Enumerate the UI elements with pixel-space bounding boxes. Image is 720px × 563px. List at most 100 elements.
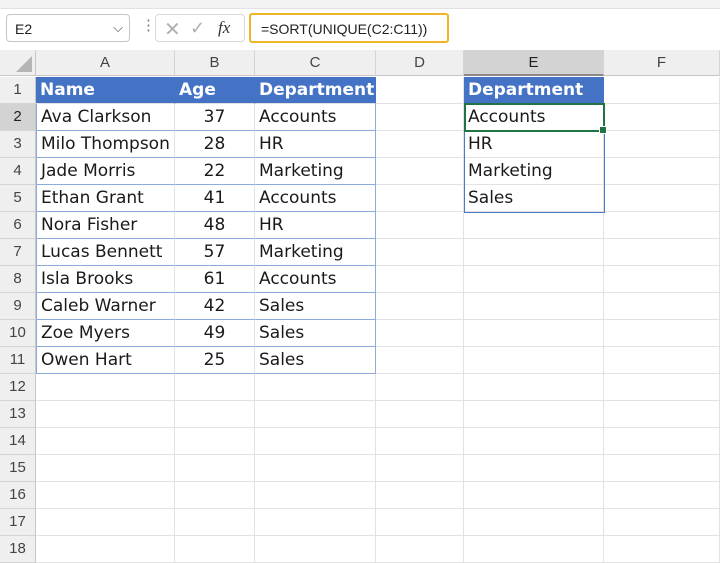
row-header-7[interactable]: 7 [0, 239, 36, 266]
cell-c17[interactable] [255, 509, 376, 536]
cell-e13[interactable] [464, 401, 604, 428]
cell-f14[interactable] [604, 428, 720, 455]
cell-d13[interactable] [376, 401, 464, 428]
cell-b12[interactable] [175, 374, 255, 401]
cell-c2[interactable]: Accounts [255, 104, 376, 131]
cell-e2[interactable]: Accounts [464, 104, 604, 131]
cell-a2[interactable]: Ava Clarkson [36, 104, 175, 131]
cell-e11[interactable] [464, 347, 604, 374]
cell-e4[interactable]: Marketing [464, 158, 604, 185]
row-header-13[interactable]: 13 [0, 401, 36, 428]
row-header-12[interactable]: 12 [0, 374, 36, 401]
column-header-d[interactable]: D [376, 50, 464, 76]
cell-a8[interactable]: Isla Brooks [36, 266, 175, 293]
cell-d9[interactable] [376, 293, 464, 320]
cell-d18[interactable] [376, 536, 464, 563]
cell-c14[interactable] [255, 428, 376, 455]
row-header-2[interactable]: 2 [0, 104, 36, 131]
cell-a4[interactable]: Jade Morris [36, 158, 175, 185]
cell-b18[interactable] [175, 536, 255, 563]
cell-a14[interactable] [36, 428, 175, 455]
cell-d4[interactable] [376, 158, 464, 185]
cell-e14[interactable] [464, 428, 604, 455]
cell-b10[interactable]: 49 [175, 320, 255, 347]
column-header-c[interactable]: C [255, 50, 376, 76]
cell-b2[interactable]: 37 [175, 104, 255, 131]
cell-c5[interactable]: Accounts [255, 185, 376, 212]
cell-a5[interactable]: Ethan Grant [36, 185, 175, 212]
column-header-b[interactable]: B [175, 50, 255, 76]
cell-a11[interactable]: Owen Hart [36, 347, 175, 374]
cell-d7[interactable] [376, 239, 464, 266]
column-header-f[interactable]: F [604, 50, 720, 76]
row-header-11[interactable]: 11 [0, 347, 36, 374]
cell-c18[interactable] [255, 536, 376, 563]
cell-b13[interactable] [175, 401, 255, 428]
cell-c10[interactable]: Sales [255, 320, 376, 347]
cell-b14[interactable] [175, 428, 255, 455]
cell-c15[interactable] [255, 455, 376, 482]
cell-e3[interactable]: HR [464, 131, 604, 158]
row-header-16[interactable]: 16 [0, 482, 36, 509]
cell-e7[interactable] [464, 239, 604, 266]
cell-c6[interactable]: HR [255, 212, 376, 239]
cell-d3[interactable] [376, 131, 464, 158]
row-header-1[interactable]: 1 [0, 77, 36, 104]
cell-e5[interactable]: Sales [464, 185, 604, 212]
cell-f15[interactable] [604, 455, 720, 482]
cell-e1[interactable]: Department [464, 77, 604, 104]
cell-a16[interactable] [36, 482, 175, 509]
cell-f8[interactable] [604, 266, 720, 293]
drag-handle-icon[interactable]: ⋮ [141, 16, 156, 34]
cell-b8[interactable]: 61 [175, 266, 255, 293]
row-header-10[interactable]: 10 [0, 320, 36, 347]
cell-d11[interactable] [376, 347, 464, 374]
cell-e10[interactable] [464, 320, 604, 347]
cell-f6[interactable] [604, 212, 720, 239]
cell-c1[interactable]: Department [255, 77, 376, 104]
cell-d17[interactable] [376, 509, 464, 536]
cell-c13[interactable] [255, 401, 376, 428]
cell-b15[interactable] [175, 455, 255, 482]
cell-b9[interactable]: 42 [175, 293, 255, 320]
cell-f10[interactable] [604, 320, 720, 347]
row-header-6[interactable]: 6 [0, 212, 36, 239]
cell-a18[interactable] [36, 536, 175, 563]
cell-c8[interactable]: Accounts [255, 266, 376, 293]
enter-icon[interactable]: ✓ [190, 18, 205, 39]
insert-function-icon[interactable]: fx [218, 18, 230, 38]
cell-d5[interactable] [376, 185, 464, 212]
cell-f13[interactable] [604, 401, 720, 428]
cell-b6[interactable]: 48 [175, 212, 255, 239]
cell-e8[interactable] [464, 266, 604, 293]
cell-f9[interactable] [604, 293, 720, 320]
cancel-icon[interactable]: ✕ [164, 17, 181, 42]
cell-c11[interactable]: Sales [255, 347, 376, 374]
cell-a6[interactable]: Nora Fisher [36, 212, 175, 239]
cell-e9[interactable] [464, 293, 604, 320]
chevron-down-icon[interactable]: ⌵ [113, 20, 123, 36]
row-header-5[interactable]: 5 [0, 185, 36, 212]
cell-a9[interactable]: Caleb Warner [36, 293, 175, 320]
cell-b5[interactable]: 41 [175, 185, 255, 212]
column-header-a[interactable]: A [36, 50, 175, 76]
cell-d8[interactable] [376, 266, 464, 293]
row-header-8[interactable]: 8 [0, 266, 36, 293]
cell-e12[interactable] [464, 374, 604, 401]
row-header-18[interactable]: 18 [0, 536, 36, 563]
cell-c4[interactable]: Marketing [255, 158, 376, 185]
cell-f17[interactable] [604, 509, 720, 536]
cell-b1[interactable]: Age [175, 77, 255, 104]
formula-input[interactable]: =SORT(UNIQUE(C2:C11)) [249, 13, 449, 43]
cell-b7[interactable]: 57 [175, 239, 255, 266]
row-header-3[interactable]: 3 [0, 131, 36, 158]
cell-b4[interactable]: 22 [175, 158, 255, 185]
row-header-14[interactable]: 14 [0, 428, 36, 455]
cell-f5[interactable] [604, 185, 720, 212]
cell-d15[interactable] [376, 455, 464, 482]
cell-b11[interactable]: 25 [175, 347, 255, 374]
cell-d12[interactable] [376, 374, 464, 401]
cell-f4[interactable] [604, 158, 720, 185]
cell-c9[interactable]: Sales [255, 293, 376, 320]
cell-e18[interactable] [464, 536, 604, 563]
